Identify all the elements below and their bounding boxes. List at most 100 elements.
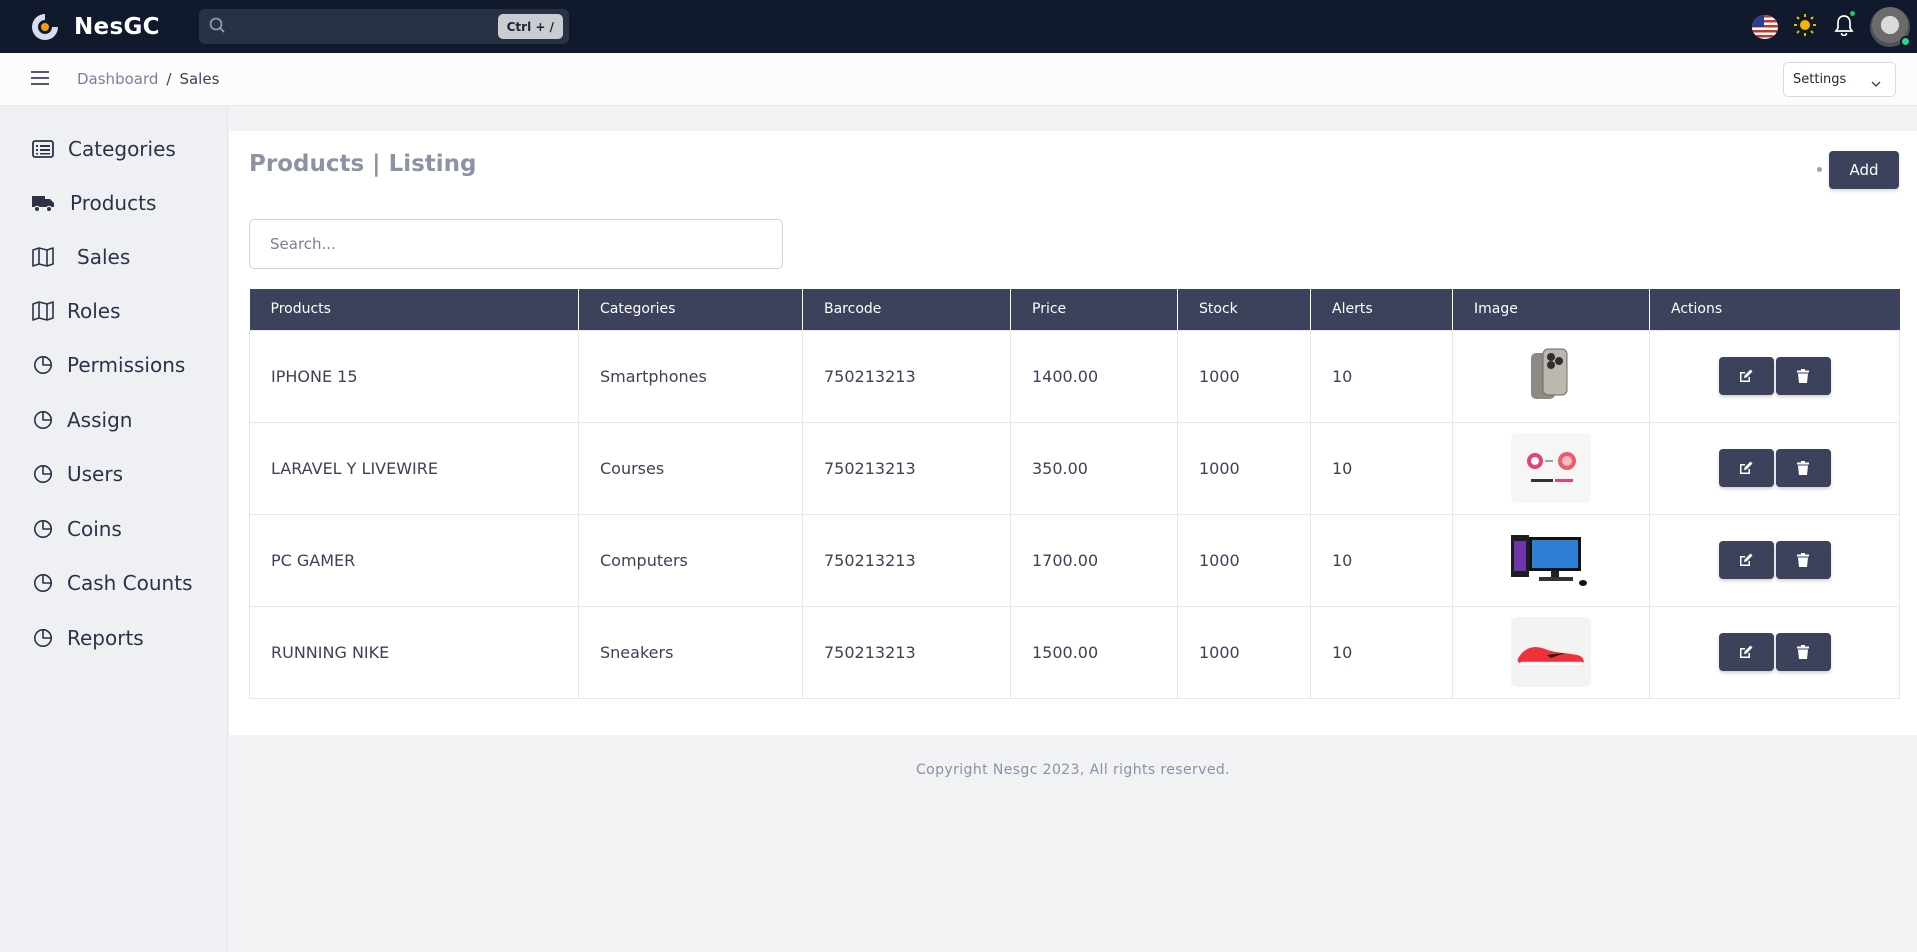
sidebar-item-label: Products <box>70 191 157 215</box>
table-header-row: Products Categories Barcode Price Stock … <box>249 289 1900 330</box>
sidebar-item-sales[interactable]: Sales <box>31 239 130 275</box>
sidebar-item-users[interactable]: Users <box>31 456 123 492</box>
stock-cell: 1000 <box>1177 513 1311 607</box>
image-cell <box>1452 329 1650 423</box>
column-header-stock[interactable]: Stock <box>1177 289 1311 330</box>
product-name-cell: LARAVEL Y LIVEWIRE <box>249 421 579 515</box>
sidebar-item-reports[interactable]: Reports <box>31 620 144 656</box>
delete-button[interactable] <box>1775 449 1831 487</box>
add-button[interactable]: Add <box>1829 151 1899 189</box>
sidebar-item-label: Roles <box>67 299 121 323</box>
breadcrumb-separator: / <box>166 70 172 88</box>
table-row: RUNNING NIKE Sneakers 750213213 1500.00 … <box>249 605 1900 699</box>
product-name-cell: PC GAMER <box>249 513 579 607</box>
edit-button[interactable] <box>1718 357 1774 395</box>
trash-icon <box>1797 645 1809 659</box>
product-image-pc <box>1511 525 1591 595</box>
column-header-price[interactable]: Price <box>1010 289 1178 330</box>
delete-button[interactable] <box>1775 541 1831 579</box>
global-search[interactable]: Ctrl + / <box>199 9 569 44</box>
products-table: Products Categories Barcode Price Stock … <box>249 289 1900 699</box>
bell-icon[interactable] <box>1834 10 1855 40</box>
edit-icon <box>1740 645 1753 658</box>
actions-cell <box>1649 513 1900 607</box>
edit-icon <box>1740 553 1753 566</box>
shortcut-badge: Ctrl + / <box>497 14 563 39</box>
price-cell: 1500.00 <box>1010 605 1178 699</box>
avatar[interactable] <box>1870 6 1911 47</box>
column-header-barcode[interactable]: Barcode <box>802 289 1011 330</box>
us-flag-icon[interactable] <box>1752 14 1778 39</box>
product-name-cell: IPHONE 15 <box>249 329 579 423</box>
column-header-image: Image <box>1452 289 1650 330</box>
column-header-alerts[interactable]: Alerts <box>1310 289 1453 330</box>
sidebar-item-cash-counts[interactable]: Cash Counts <box>31 565 193 601</box>
category-cell: Sneakers <box>578 605 803 699</box>
product-name-cell: RUNNING NIKE <box>249 605 579 699</box>
sidebar-item-coins[interactable]: Coins <box>31 511 122 547</box>
page-title: Products | Listing <box>249 151 477 177</box>
global-search-input[interactable] <box>233 19 483 34</box>
sidebar-item-permissions[interactable]: Permissions <box>31 347 185 383</box>
table-row: LARAVEL Y LIVEWIRE Courses 750213213 350… <box>249 421 1900 515</box>
price-cell: 350.00 <box>1010 421 1178 515</box>
sidebar-item-roles[interactable]: Roles <box>31 293 121 329</box>
pie-chart-icon <box>31 462 55 486</box>
product-image-phone <box>1511 341 1591 411</box>
settings-dropdown[interactable]: Settings <box>1783 62 1896 97</box>
column-header-products[interactable]: Products <box>249 289 579 330</box>
sidebar-item-label: Categories <box>68 137 176 161</box>
image-cell <box>1452 513 1650 607</box>
stock-cell: 1000 <box>1177 421 1311 515</box>
sidebar-item-label: Cash Counts <box>67 571 193 595</box>
sidebar-item-products[interactable]: Products <box>31 185 156 221</box>
actions-cell <box>1649 329 1900 423</box>
sidebar-item-label: Assign <box>67 408 133 432</box>
trash-icon <box>1797 461 1809 475</box>
category-cell: Courses <box>578 421 803 515</box>
price-cell: 1400.00 <box>1010 329 1178 423</box>
barcode-cell: 750213213 <box>802 605 1011 699</box>
trash-icon <box>1797 553 1809 567</box>
table-row: PC GAMER Computers 750213213 1700.00 100… <box>249 513 1900 607</box>
product-image-sneaker <box>1511 617 1591 687</box>
image-cell <box>1452 605 1650 699</box>
list-icon <box>31 137 55 161</box>
map-icon <box>31 245 55 269</box>
breadcrumb: Dashboard / Sales <box>77 70 219 88</box>
sidebar-item-label: Sales <box>77 245 131 269</box>
price-cell: 1700.00 <box>1010 513 1178 607</box>
edit-button[interactable] <box>1718 541 1774 579</box>
notification-dot <box>1850 10 1855 16</box>
products-card: Products | Listing Add Products Categori… <box>229 131 1917 735</box>
truck-icon <box>31 191 55 215</box>
barcode-cell: 750213213 <box>802 329 1011 423</box>
breadcrumb-dashboard[interactable]: Dashboard <box>77 70 158 88</box>
delete-button[interactable] <box>1775 633 1831 671</box>
sun-icon[interactable] <box>1794 13 1816 40</box>
search-input[interactable] <box>249 219 783 269</box>
edit-button[interactable] <box>1718 633 1774 671</box>
sidebar-item-categories[interactable]: Categories <box>31 131 176 167</box>
alerts-cell: 10 <box>1310 421 1453 515</box>
sidebar-item-label: Reports <box>67 626 144 650</box>
alerts-cell: 10 <box>1310 605 1453 699</box>
alerts-cell: 10 <box>1310 513 1453 607</box>
edit-icon <box>1740 369 1753 382</box>
column-header-categories[interactable]: Categories <box>578 289 803 330</box>
barcode-cell: 750213213 <box>802 421 1011 515</box>
edit-icon <box>1740 461 1753 474</box>
actions-cell <box>1649 421 1900 515</box>
edit-button[interactable] <box>1718 449 1774 487</box>
table-row: IPHONE 15 Smartphones 750213213 1400.00 … <box>249 329 1900 423</box>
menu-icon[interactable] <box>31 70 49 89</box>
sidebar-item-assign[interactable]: Assign <box>31 402 132 438</box>
image-cell <box>1452 421 1650 515</box>
footer-copyright: Copyright Nesgc 2023, All rights reserve… <box>915 762 1230 778</box>
barcode-cell: 750213213 <box>802 513 1011 607</box>
delete-button[interactable] <box>1775 357 1831 395</box>
trash-icon <box>1797 369 1809 383</box>
online-status-indicator <box>1900 35 1911 47</box>
brand-logo[interactable]: NesGC <box>30 12 160 42</box>
sidebar-item-label: Coins <box>67 517 122 541</box>
